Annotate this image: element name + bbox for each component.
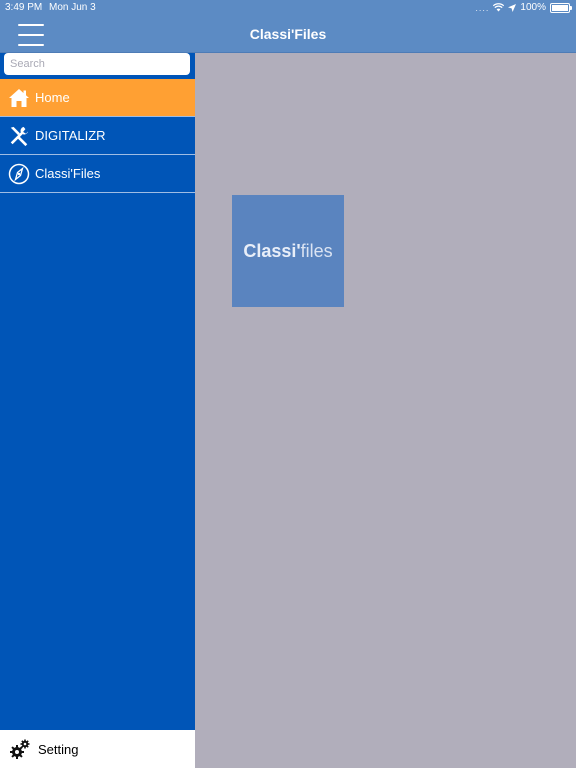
search-container [4,53,190,75]
home-icon [8,87,30,109]
sidebar-item-label: Home [35,90,70,105]
sidebar-item-label: Classi'Files [35,166,101,181]
sidebar-item-classifiles[interactable]: Classi'Files [0,155,195,193]
wifi-icon [493,3,505,12]
battery-percent: 100% [520,2,546,13]
setting-button[interactable]: Setting [0,730,195,768]
main-content: Classi' files [195,53,576,768]
page-title: Classi'Files [249,26,327,42]
gears-icon [9,738,31,760]
battery-icon [550,2,572,13]
classifiles-logo[interactable]: Classi' files [232,195,344,307]
app-screen: 3:49 PM Mon Jun 3 .... 100% Classi'Files [0,0,576,768]
status-bar: 3:49 PM Mon Jun 3 .... 100% [0,0,576,16]
sidebar: Home DIGITALIZR [0,53,195,768]
tools-icon [8,125,30,147]
nav-bar: Classi'Files [0,16,576,53]
sidebar-item-home[interactable]: Home [0,79,195,117]
signal-dots: .... [475,2,490,13]
setting-label: Setting [38,741,79,757]
status-right: .... 100% [475,2,572,13]
logo-text-bold: Classi' [243,240,301,261]
location-arrow-icon [508,3,517,12]
search-input[interactable] [4,53,190,75]
logo-text-light: files [300,240,333,261]
sidebar-item-label: DIGITALIZR [35,128,106,143]
status-date: Mon Jun 3 [49,2,96,13]
status-time: 3:49 PM [5,2,43,13]
sidebar-menu: Home DIGITALIZR Classi'Files [0,79,195,193]
sidebar-item-digitalizr[interactable]: DIGITALIZR [0,117,195,155]
compass-icon [8,163,30,185]
